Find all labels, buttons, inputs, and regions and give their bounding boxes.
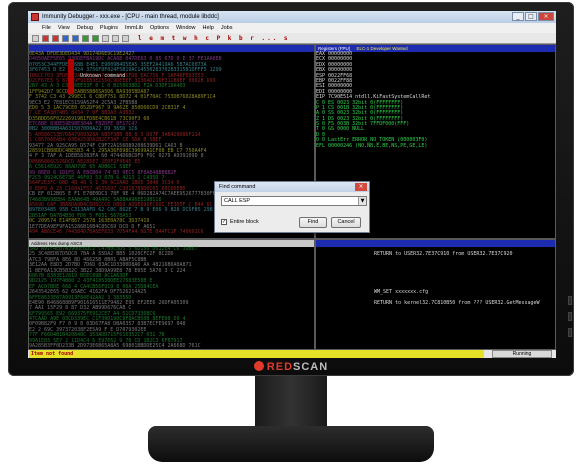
close-button[interactable]: × (538, 12, 554, 21)
register-row[interactable]: EFL 00000246 (NO,NB,E,BE,NS,PE,GE,LE) (316, 143, 555, 149)
monitor-stand-neck (255, 376, 327, 428)
brand-prefix: RED (266, 361, 294, 373)
window-shortcut-letters[interactable]: l e m t w h c P k b r ... s (138, 35, 290, 42)
run-state: Running (492, 350, 552, 358)
cancel-button[interactable]: Cancel (331, 217, 361, 228)
restart-icon[interactable] (42, 34, 49, 42)
open-icon[interactable] (32, 34, 39, 42)
chevron-down-icon[interactable]: ▼ (358, 197, 366, 205)
cpu-comment: Unknown command (80, 73, 126, 79)
monitor-side-button[interactable] (568, 312, 572, 321)
find-command-dialog: Find command × CALL ESP ▼ ✓ Entire block… (214, 181, 370, 233)
monitor-side-button[interactable] (568, 296, 572, 305)
maximize-button[interactable]: □ (525, 12, 537, 21)
pause-icon[interactable] (72, 34, 79, 42)
register-list[interactable]: EAX 00000000 ECX 00000000 EDX 00000000 EBX … (316, 51, 555, 149)
text-row: 9A285B3FF0D233B 2D973E6B65A8A5 69801BBDD… (29, 343, 201, 350)
trace-over-icon[interactable] (112, 34, 119, 42)
execute-till-return-icon[interactable] (122, 34, 129, 42)
menu-window[interactable]: Window (176, 23, 196, 33)
monitor-brand-logo: REDSCAN (8, 361, 574, 373)
menu-options[interactable]: Options (150, 23, 169, 33)
dialog-title[interactable]: Find command (215, 182, 369, 192)
menu-help[interactable]: Help (203, 23, 214, 33)
entire-block-checkbox[interactable]: ✓ (221, 219, 227, 225)
registers-banner: ELC-1 Developer Wanted (356, 46, 408, 51)
menu-jobs[interactable]: Jobs (221, 23, 233, 33)
find-button[interactable]: Find (299, 217, 327, 228)
dialog-close-icon[interactable]: × (355, 183, 367, 191)
menu-view[interactable]: View (58, 23, 70, 33)
debugger-screen: Immunity Debugger - xxx.exe - [CPU - mai… (28, 11, 556, 358)
window-title: Immunity Debugger - xxx.exe - [CPU - mai… (42, 14, 219, 20)
menu-file[interactable]: File (42, 23, 51, 33)
step-into-icon[interactable] (82, 34, 89, 42)
trace-into-icon[interactable] (102, 34, 109, 42)
monitor-stand-base (148, 426, 434, 462)
status-bar: Item not found Running (28, 350, 556, 358)
stack-row (316, 344, 555, 349)
menu-plugins[interactable]: Plugins (100, 23, 118, 33)
menu-debug[interactable]: Debug (77, 23, 93, 33)
window-titlebar[interactable]: Immunity Debugger - xxx.exe - [CPU - mai… (28, 11, 556, 23)
close-process-icon[interactable] (52, 34, 59, 42)
stack-listing[interactable]: RETURN to USER32.7E37C910 from USER32.7E… (316, 247, 555, 349)
toolbar: l e m t w h c P k b r ... s (28, 33, 556, 44)
command-input[interactable]: CALL ESP ▼ (221, 196, 367, 206)
minimize-button[interactable]: _ (512, 12, 524, 21)
brand-suffix: SCAN (293, 361, 329, 373)
breakpoint-marker (68, 59, 74, 94)
monitor-side-button[interactable] (568, 328, 572, 337)
stack-header (316, 240, 555, 247)
entire-block-option[interactable]: ✓ Entire block (221, 219, 259, 225)
hex-dump-listing[interactable]: 3A9 A97F4EB7A390DE6DC2 C47B0C5D5 5 6D156… (29, 246, 314, 350)
menu-bar: File View Debug Plugins ImmLib Options W… (28, 23, 556, 33)
command-input-value: CALL ESP (224, 198, 251, 204)
status-message: Item not found (29, 350, 484, 358)
step-over-icon[interactable] (92, 34, 99, 42)
brand-mark-icon (253, 361, 264, 371)
app-icon (31, 13, 39, 21)
hex-dump-pane[interactable]: Address Hex dump ASCII 3A9 A97F4EB7A390D… (28, 239, 315, 350)
stack-pane[interactable]: RETURN to USER32.7E37C910 from USER32.7E… (315, 239, 556, 350)
entire-block-label: Entire block (230, 219, 259, 225)
menu-immlib[interactable]: ImmLib (125, 23, 143, 33)
run-icon[interactable] (62, 34, 69, 42)
window-controls: _ □ × (512, 12, 554, 21)
